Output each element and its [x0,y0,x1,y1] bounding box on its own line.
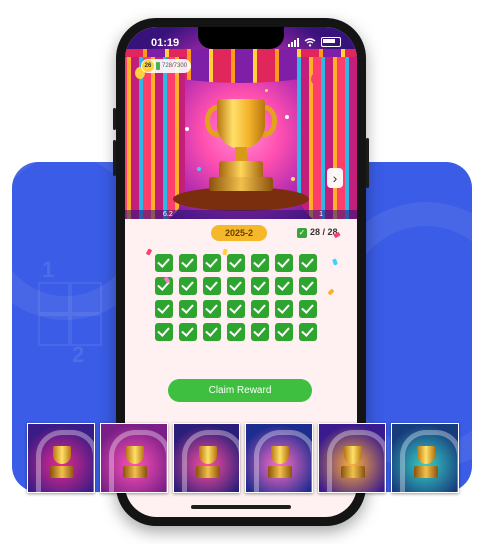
confetti-icon [291,177,295,181]
decorative-glyph: 1 [42,257,55,282]
theme-thumbnail-carnival-balloons[interactable] [27,423,95,493]
day-check-cell[interactable] [299,300,317,318]
banner-footer-left: 6.2 [163,211,173,218]
sparkle-icon [285,115,289,119]
day-check-cell[interactable] [299,323,317,341]
day-check-cell[interactable] [251,254,269,272]
theme-thumbnail-night-arch[interactable] [245,423,314,493]
completion-grid [155,254,317,341]
trophy-icon [53,446,71,464]
checkmark-icon: ✓ [297,228,307,238]
day-check-cell[interactable] [227,277,245,295]
trophy-base [414,466,439,478]
day-check-cell[interactable] [155,254,173,272]
confetti-icon [197,167,201,171]
trophy-base [122,466,147,478]
day-check-cell[interactable] [203,323,221,341]
level-number: 26 [142,60,154,72]
day-check-cell[interactable] [203,254,221,272]
chevron-right-icon[interactable]: › [327,168,343,188]
camera-notch [198,27,284,49]
day-check-cell[interactable] [227,323,245,341]
banner-footer-right: 1 [319,211,323,218]
volume-button [113,140,116,176]
day-check-cell[interactable] [275,323,293,341]
trophy-banner: 26 728/7300 › 6.2 1 [125,27,357,219]
decorative-cell [70,314,102,346]
wifi-icon [304,37,316,47]
sparkle-icon [265,89,268,92]
sparkle-icon [185,127,189,131]
day-check-cell[interactable] [227,254,245,272]
day-check-cell[interactable] [251,277,269,295]
theme-thumbnails [27,423,459,493]
day-check-cell[interactable] [275,277,293,295]
day-check-cell[interactable] [275,254,293,272]
month-selector[interactable]: 2025-2 [211,225,267,241]
theme-thumbnail-circus-stage[interactable] [172,423,241,493]
balloon-icon [311,73,321,85]
power-button [366,138,369,188]
trophy-icon [217,99,265,149]
day-check-cell[interactable] [251,300,269,318]
day-check-cell[interactable] [155,323,173,341]
trophy-icon [125,446,144,464]
month-toolbar: 2025-2 ✓ 28 / 28 [125,223,357,245]
battery-icon [321,37,341,47]
trophy-icon [198,446,217,464]
volume-button [113,108,116,130]
trophy-base [268,466,293,478]
day-check-cell[interactable] [179,323,197,341]
day-check-cell[interactable] [155,300,173,318]
decorative-cell [38,282,70,314]
trophy-base [341,466,366,478]
trophy-base [50,466,74,478]
day-check-cell[interactable] [251,323,269,341]
day-check-cell[interactable] [203,277,221,295]
theme-thumbnail-spotlight-show[interactable] [318,423,387,493]
confetti-icon [332,258,338,266]
level-badge: 26 728/7300 [141,59,192,73]
confetti-icon [327,288,335,296]
day-check-cell[interactable] [299,277,317,295]
confetti-icon [145,248,153,256]
day-check-cell[interactable] [203,300,221,318]
day-check-cell[interactable] [179,300,197,318]
claim-reward-button[interactable]: Claim Reward [168,379,312,402]
trophy-base [195,466,220,478]
level-progress-icon [156,62,160,70]
level-progress-text: 728/7300 [162,63,188,69]
day-check-cell[interactable] [179,254,197,272]
signal-icon [288,37,299,47]
home-indicator [191,505,291,509]
theme-thumbnail-rainbow-arch[interactable] [391,423,459,493]
trophy-base [209,177,273,191]
decorative-cell [38,314,70,346]
day-check-cell[interactable] [275,300,293,318]
theme-thumbnail-pink-curtains[interactable] [99,423,168,493]
day-check-cell[interactable] [179,277,197,295]
banner-footer: 6.2 1 [125,210,357,219]
day-check-cell[interactable] [299,254,317,272]
status-time: 01:19 [151,37,180,49]
day-check-cell[interactable] [227,300,245,318]
decorative-cell [70,282,102,314]
